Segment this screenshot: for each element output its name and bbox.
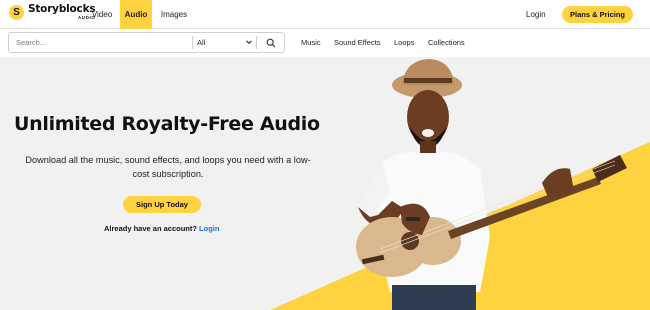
subnav-sound-effects[interactable]: Sound Effects	[334, 32, 381, 53]
logo-wordmark: Storyblocks AUDIO	[28, 3, 96, 20]
account-prompt-text: Already have an account?	[104, 224, 197, 233]
subnav-collections[interactable]: Collections	[428, 32, 465, 53]
sign-up-button[interactable]: Sign Up Today	[123, 196, 201, 213]
search-button[interactable]	[257, 33, 285, 52]
search-icon	[266, 38, 276, 47]
guitarist-image	[356, 59, 627, 310]
account-prompt-line: Already have an account? Login	[104, 224, 219, 233]
hero-title: Unlimited Royalty-Free Audio	[14, 113, 320, 135]
nav-tab-images[interactable]: Images	[160, 0, 188, 29]
nav-tab-video[interactable]: Video	[91, 0, 113, 29]
hero-login-link[interactable]: Login	[199, 224, 219, 233]
login-link[interactable]: Login	[526, 0, 546, 29]
chevron-down-icon	[246, 40, 252, 45]
nav-tab-audio[interactable]: Audio	[120, 0, 152, 29]
search-bar: All	[8, 32, 285, 53]
subnav-loops[interactable]: Loops	[394, 32, 414, 53]
logo-badge: S	[9, 4, 24, 20]
storyblocks-logo[interactable]: S Storyblocks AUDIO	[9, 3, 96, 20]
category-select-value: All	[197, 38, 206, 47]
logo-name: Storyblocks	[28, 3, 96, 15]
plans-pricing-button[interactable]: Plans & Pricing	[562, 6, 633, 23]
category-select[interactable]: All	[193, 33, 256, 52]
search-input[interactable]	[9, 33, 192, 52]
subnav-music[interactable]: Music	[301, 32, 321, 53]
hero-description: Download all the music, sound effects, a…	[25, 155, 311, 179]
top-navigation-bar: S Storyblocks AUDIO Video Audio Images L…	[0, 0, 650, 29]
